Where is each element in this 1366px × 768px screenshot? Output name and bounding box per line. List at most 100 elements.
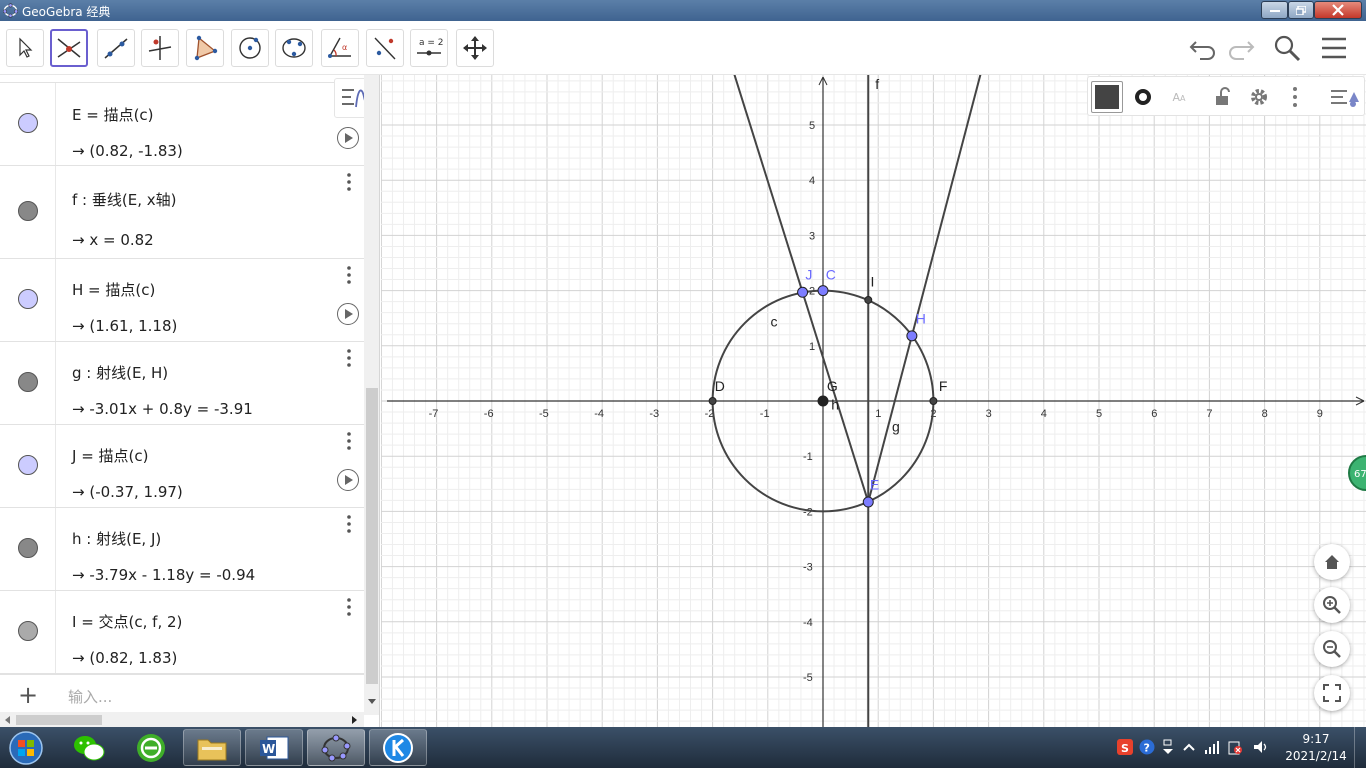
main-menu-button[interactable] — [1317, 31, 1351, 65]
animation-play-button[interactable] — [337, 127, 359, 149]
visibility-toggle[interactable] — [18, 621, 38, 641]
kuaiya-taskbar-button[interactable] — [369, 729, 427, 766]
more-style-options-button[interactable] — [1279, 81, 1311, 113]
animation-play-button[interactable] — [337, 469, 359, 491]
text-style-button[interactable]: AA — [1163, 81, 1195, 113]
visibility-toggle[interactable] — [18, 289, 38, 309]
maximize-button[interactable] — [1288, 1, 1314, 19]
graphics-view[interactable]: -7 -6 -5 -4 -3 -2 -1 1 2 3 4 5 6 7 8 9 5 4 3 2 1 -1 -2 -3 -4 -5 f c… — [381, 75, 1366, 727]
algebra-row-E[interactable]: E = 描点(c) → (0.82, -1.83) — [0, 83, 364, 166]
point-C[interactable] — [817, 285, 829, 297]
algebra-row-J[interactable]: J = 描点(c) → (-0.37, 1.97) — [0, 425, 364, 508]
minimize-button[interactable] — [1261, 1, 1288, 19]
show-hidden-icons[interactable] — [1181, 739, 1197, 755]
animation-play-button[interactable] — [337, 303, 359, 325]
algebra-row-f[interactable]: f : 垂线(E, x轴) → x = 0.82 — [0, 166, 364, 259]
perpendicular-line-icon — [148, 36, 172, 60]
angle-tool-button[interactable]: α — [321, 29, 359, 67]
start-button[interactable] — [6, 729, 46, 766]
algebra-input-placeholder[interactable]: 输入... — [68, 686, 112, 707]
slider-tool-button[interactable]: a = 2 — [410, 29, 448, 67]
volume-icon[interactable] — [1252, 739, 1268, 755]
show-desktop-button[interactable] — [1354, 727, 1366, 768]
row-definition[interactable]: f : 垂线(E, x轴) — [72, 189, 176, 210]
algebra-horizontal-scrollbar[interactable] — [0, 712, 364, 727]
move-view-tool-button[interactable] — [456, 29, 494, 67]
circle-tool-button[interactable] — [231, 29, 269, 67]
point-on-object-tool-button[interactable] — [50, 29, 88, 67]
conic-tool-button[interactable] — [275, 29, 313, 67]
row-definition[interactable]: I = 交点(c, f, 2) — [72, 611, 182, 632]
algebra-row-H[interactable]: H = 描点(c) → (1.61, 1.18) — [0, 259, 364, 342]
point-I[interactable] — [864, 295, 873, 304]
ime-toolbar-icon[interactable] — [1161, 739, 1177, 755]
row-definition[interactable]: h : 射线(E, J) — [72, 528, 161, 549]
row-definition[interactable]: H = 描点(c) — [72, 279, 155, 300]
more-options-icon[interactable] — [344, 265, 354, 285]
more-options-icon[interactable] — [344, 514, 354, 534]
system-clock[interactable]: 9:17 2021/2/14 — [1284, 731, 1348, 765]
scroll-down-icon[interactable] — [367, 698, 377, 706]
point-G[interactable] — [817, 395, 829, 407]
more-options-icon[interactable] — [344, 431, 354, 451]
add-icon[interactable]: + — [18, 681, 38, 709]
lock-button[interactable] — [1207, 81, 1239, 113]
row-value: → x = 0.82 — [72, 231, 154, 249]
scrollbar-thumb[interactable] — [366, 388, 378, 684]
visibility-toggle[interactable] — [18, 113, 38, 133]
perpendicular-tool-button[interactable] — [141, 29, 179, 67]
algebra-row-h[interactable]: h : 射线(E, J) → -3.79x - 1.18y = -0.94 — [0, 508, 364, 591]
zoom-out-button[interactable] — [1314, 631, 1350, 667]
color-button[interactable] — [1091, 81, 1123, 113]
row-value: → -3.79x - 1.18y = -0.94 — [72, 566, 256, 584]
row-definition[interactable]: J = 描点(c) — [72, 445, 148, 466]
more-options-icon[interactable] — [344, 172, 354, 192]
row-definition[interactable]: E = 描点(c) — [72, 104, 154, 125]
ime-icon[interactable]: S — [1117, 739, 1133, 755]
close-button[interactable] — [1314, 1, 1362, 19]
point-D[interactable] — [708, 397, 717, 405]
reflect-tool-button[interactable] — [366, 29, 404, 67]
undo-button[interactable] — [1186, 31, 1220, 65]
battery-warning-icon[interactable] — [1227, 739, 1243, 755]
visibility-toggle[interactable] — [18, 538, 38, 558]
redo-button[interactable] — [1224, 31, 1258, 65]
word-taskbar-button[interactable]: W — [245, 729, 303, 766]
point-E[interactable] — [862, 496, 874, 508]
zoom-in-button[interactable] — [1314, 587, 1350, 623]
point-H[interactable] — [906, 330, 918, 342]
point-J[interactable] — [797, 286, 809, 298]
algebra-vertical-scrollbar[interactable] — [364, 75, 379, 715]
explorer-taskbar-button[interactable] — [183, 729, 241, 766]
network-signal-icon[interactable] — [1204, 739, 1220, 755]
fullscreen-button[interactable] — [1314, 675, 1350, 711]
more-options-icon[interactable] — [344, 597, 354, 617]
settings-button[interactable] — [1243, 81, 1275, 113]
help-icon[interactable]: ? — [1139, 739, 1155, 755]
algebra-row-I[interactable]: I = 交点(c, f, 2) → (0.82, 1.83) — [0, 591, 364, 674]
home-view-button[interactable] — [1314, 544, 1350, 580]
row-definition[interactable]: g : 射线(E, H) — [72, 362, 168, 383]
wechat-taskbar-button[interactable] — [60, 729, 118, 766]
point-F[interactable] — [929, 397, 938, 405]
ray-g[interactable] — [867, 75, 982, 503]
geogebra-taskbar-button[interactable] — [307, 729, 365, 766]
more-options-icon[interactable] — [344, 348, 354, 368]
gear-icon — [1251, 89, 1267, 105]
visibility-toggle[interactable] — [18, 455, 38, 475]
graphics-canvas[interactable]: -7 -6 -5 -4 -3 -2 -1 1 2 3 4 5 6 7 8 954321-1-2-3-4-5fc… — [381, 75, 1366, 727]
point-style-button[interactable] — [1127, 81, 1159, 113]
algebra-input-row[interactable]: + 输入... — [0, 674, 364, 714]
scrollbar-thumb[interactable] — [16, 715, 102, 725]
algebra-row-g[interactable]: g : 射线(E, H) → -3.01x + 0.8y = -3.91 — [0, 342, 364, 425]
line-tool-button[interactable] — [97, 29, 135, 67]
move-tool-button[interactable] — [6, 29, 44, 67]
scroll-left-icon[interactable] — [3, 715, 11, 725]
visibility-toggle[interactable] — [18, 201, 38, 221]
browser-taskbar-button[interactable] — [122, 729, 180, 766]
scroll-right-icon[interactable] — [351, 715, 359, 725]
search-button[interactable] — [1270, 31, 1304, 65]
polygon-tool-button[interactable] — [186, 29, 224, 67]
visibility-toggle[interactable] — [18, 372, 38, 392]
graphics-menu-button[interactable] — [1328, 81, 1360, 113]
